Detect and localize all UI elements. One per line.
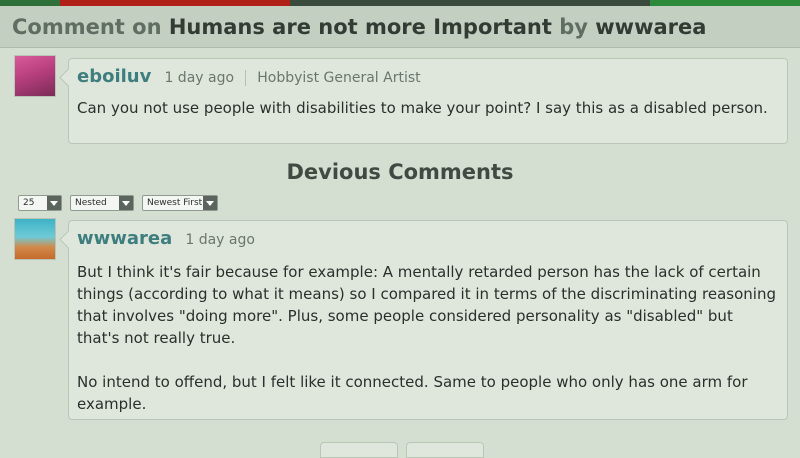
header-prefix: Comment on bbox=[12, 15, 162, 39]
comment-text: Can you not use people with disabilities… bbox=[77, 99, 768, 117]
view-mode-select[interactable]: Nested bbox=[70, 195, 134, 211]
comment-paragraph: But I think it's fair because for exampl… bbox=[77, 263, 777, 347]
chevron-down-icon bbox=[203, 196, 217, 210]
chevron-down-icon bbox=[119, 196, 133, 210]
page-button[interactable] bbox=[406, 442, 484, 458]
author-link[interactable]: wwwarea bbox=[595, 15, 706, 39]
section-title: Devious Comments bbox=[286, 160, 514, 184]
avatar-eboiluv[interactable] bbox=[14, 55, 56, 97]
comment-username[interactable]: wwwarea bbox=[77, 228, 172, 249]
pagination-buttons bbox=[320, 442, 484, 458]
comment-controls: 25 Nested Newest First bbox=[18, 195, 218, 211]
deviation-title-link[interactable]: Humans are not more Important bbox=[169, 15, 552, 39]
comment-paragraph: No intend to offend, but I felt like it … bbox=[77, 373, 748, 413]
comment-meta: wwwarea 1 day ago bbox=[77, 228, 255, 249]
comment-text: But I think it's fair because for exampl… bbox=[77, 261, 777, 437]
per-page-select[interactable]: 25 bbox=[18, 195, 62, 211]
avatar-wwwarea[interactable] bbox=[14, 218, 56, 260]
comment-time[interactable]: 1 day ago bbox=[164, 70, 234, 86]
comment-meta: eboiluv 1 day ago Hobbyist General Artis… bbox=[77, 66, 421, 87]
sort-value: Newest First bbox=[147, 198, 203, 208]
user-role: Hobbyist General Artist bbox=[257, 70, 421, 86]
meta-divider bbox=[245, 69, 247, 86]
per-page-value: 25 bbox=[23, 198, 35, 208]
header-by: by bbox=[559, 15, 588, 39]
parent-comment: eboiluv 1 day ago Hobbyist General Artis… bbox=[59, 58, 788, 144]
comment-username[interactable]: eboiluv bbox=[77, 66, 151, 87]
sort-select[interactable]: Newest First bbox=[142, 195, 218, 211]
page-button[interactable] bbox=[320, 442, 398, 458]
reply-comment: wwwarea 1 day ago But I think it's fair … bbox=[59, 220, 788, 420]
comment-time[interactable]: 1 day ago bbox=[185, 232, 255, 248]
chevron-down-icon bbox=[47, 196, 61, 210]
page-header: Comment on Humans are not more Important… bbox=[0, 6, 800, 48]
view-mode-value: Nested bbox=[75, 198, 107, 208]
